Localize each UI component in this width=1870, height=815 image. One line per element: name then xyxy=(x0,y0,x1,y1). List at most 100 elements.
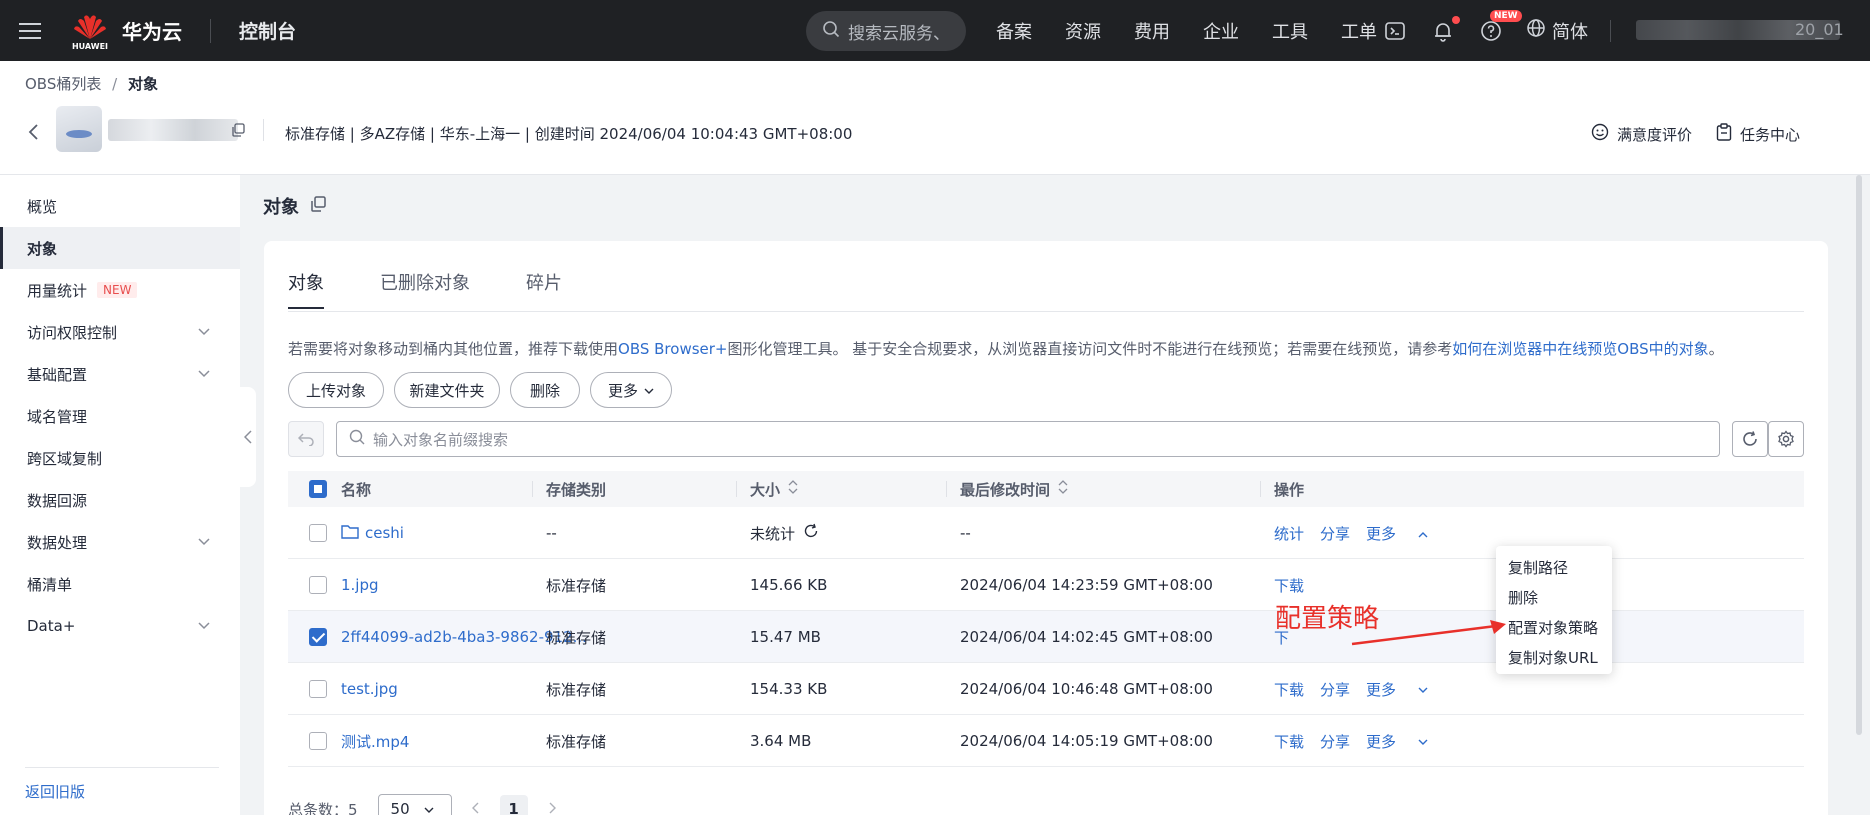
download-link[interactable]: 下载 xyxy=(1274,575,1304,596)
col-last-modified[interactable]: 最后修改时间 xyxy=(960,471,1068,507)
sidebar-item-overview[interactable]: 概览 xyxy=(0,185,240,227)
language-switch[interactable]: 简体 xyxy=(1526,18,1588,44)
object-name[interactable]: 测试.mp4 xyxy=(341,715,409,767)
share-link[interactable]: 分享 xyxy=(1320,679,1350,700)
menu-item-copy-path[interactable]: 复制路径 xyxy=(1496,552,1612,582)
total-count: 总条数：5 xyxy=(288,800,358,815)
task-center-label: 任务中心 xyxy=(1739,125,1800,144)
back-folder-icon[interactable] xyxy=(288,421,324,457)
delete-button[interactable]: 删除 xyxy=(510,372,580,408)
more-button[interactable]: 更多 xyxy=(590,372,672,408)
col-size-label: 大小 xyxy=(750,480,781,499)
row-checkbox[interactable] xyxy=(309,611,327,663)
search-icon xyxy=(822,20,840,43)
notification-bell-icon[interactable] xyxy=(1430,15,1460,44)
copy-icon[interactable] xyxy=(309,195,327,218)
nav-link-enterprise[interactable]: 企业 xyxy=(1203,18,1239,44)
prev-page-icon[interactable] xyxy=(471,800,480,815)
tab-deleted-objects[interactable]: 已删除对象 xyxy=(380,269,470,309)
user-account-suffix: 20_01 xyxy=(1795,20,1844,39)
vertical-scrollbar[interactable] xyxy=(1856,175,1862,735)
back-arrow-icon[interactable] xyxy=(28,123,40,146)
refresh-icon[interactable] xyxy=(1732,421,1768,457)
object-size: 15.47 MB xyxy=(750,628,821,646)
menu-item-copy-url[interactable]: 复制对象URL xyxy=(1496,642,1612,672)
new-folder-button[interactable]: 新建文件夹 xyxy=(394,372,500,408)
select-all-checkbox[interactable] xyxy=(309,471,327,507)
refresh-icon[interactable] xyxy=(803,523,819,543)
sidebar-item-cross-region[interactable]: 跨区域复制 xyxy=(0,437,240,479)
next-page-icon[interactable] xyxy=(548,800,556,815)
row-checkbox[interactable] xyxy=(309,715,327,767)
chevron-down-icon xyxy=(424,800,434,815)
more-link[interactable]: 更多 xyxy=(1366,731,1444,752)
object-name-link[interactable]: ceshi xyxy=(365,524,404,542)
download-link[interactable]: 下载 xyxy=(1274,679,1304,700)
nav-link-resources[interactable]: 资源 xyxy=(1065,18,1101,44)
select-all-check xyxy=(309,480,327,498)
console-link[interactable]: 控制台 xyxy=(239,17,296,44)
sidebar-item-back-to-source[interactable]: 数据回源 xyxy=(0,479,240,521)
share-link[interactable]: 分享 xyxy=(1320,523,1350,544)
task-center-button[interactable]: 任务中心 xyxy=(1716,123,1800,145)
cloud-shell-icon[interactable] xyxy=(1382,18,1408,44)
object-name[interactable]: ceshi xyxy=(341,507,404,559)
share-link[interactable]: 分享 xyxy=(1320,731,1350,752)
tab-fragments[interactable]: 碎片 xyxy=(526,269,562,309)
global-search-input[interactable]: 搜索云服务、 xyxy=(806,11,966,51)
object-search-input[interactable]: 输入对象名前缀搜索 xyxy=(336,421,1720,457)
nav-link-tools[interactable]: 工具 xyxy=(1272,18,1308,44)
object-size: 145.66 KB xyxy=(750,576,828,594)
more-button-label: 更多 xyxy=(607,381,638,400)
help-icon[interactable]: NEW xyxy=(1478,9,1522,44)
hamburger-menu-icon[interactable] xyxy=(0,0,60,61)
obs-browser-link[interactable]: OBS Browser+ xyxy=(618,340,727,358)
page-size-select[interactable]: 50 xyxy=(377,794,452,815)
object-name[interactable]: test.jpg xyxy=(341,663,398,715)
menu-item-configure-policy[interactable]: 配置对象策略 xyxy=(1496,612,1612,642)
row-checkbox[interactable] xyxy=(309,507,327,559)
menu-item-delete[interactable]: 删除 xyxy=(1496,582,1612,612)
settings-gear-icon[interactable] xyxy=(1768,421,1804,457)
sidebar-item-objects[interactable]: 对象 xyxy=(0,227,240,269)
sidebar-item-access-control[interactable]: 访问权限控制 xyxy=(0,311,240,353)
huawei-cloud-logo[interactable]: HUAWEI 华为云 xyxy=(70,11,182,51)
nav-divider-user xyxy=(1610,20,1611,42)
sidebar-item-data-processing[interactable]: 数据处理 xyxy=(0,521,240,563)
object-name[interactable]: 1.jpg xyxy=(341,559,379,611)
more-link[interactable]: 更多 xyxy=(1366,679,1444,700)
return-old-version-link[interactable]: 返回旧版 xyxy=(25,781,85,802)
row-checkbox[interactable] xyxy=(309,559,327,611)
sidebar-item-domain[interactable]: 域名管理 xyxy=(0,395,240,437)
upload-object-button[interactable]: 上传对象 xyxy=(288,372,384,408)
sidebar-item-label: 数据回源 xyxy=(27,491,88,510)
download-link[interactable]: 下载 xyxy=(1274,731,1304,752)
breadcrumb-bucket-list[interactable]: OBS桶列表 xyxy=(25,75,101,93)
object-name-link[interactable]: 测试.mp4 xyxy=(341,731,409,752)
sort-icon xyxy=(788,480,798,498)
collapse-sidebar-icon[interactable] xyxy=(240,387,256,487)
current-page[interactable]: 1 xyxy=(499,795,528,815)
sidebar-item-basic-config[interactable]: 基础配置 xyxy=(0,353,240,395)
col-storage-class: 存储类别 xyxy=(546,480,607,499)
chevron-down-icon xyxy=(198,619,210,633)
sidebar-item-inventory[interactable]: 桶清单 xyxy=(0,563,240,605)
sidebar-item-usage-stats[interactable]: 用量统计 NEW xyxy=(0,269,240,311)
nav-link-tickets[interactable]: 工单 xyxy=(1341,18,1377,44)
col-size[interactable]: 大小 xyxy=(750,471,798,507)
objects-card: 对象 已删除对象 碎片 若需要将对象移动到桶内其他位置，推荐下载使用OBS Br… xyxy=(264,241,1828,815)
object-name-link[interactable]: 1.jpg xyxy=(341,576,379,594)
more-link[interactable]: 更多 xyxy=(1366,523,1444,544)
copy-icon[interactable] xyxy=(231,123,245,141)
nav-link-billing[interactable]: 费用 xyxy=(1134,18,1170,44)
satisfaction-rating-button[interactable]: 满意度评价 xyxy=(1591,123,1692,145)
nav-link-beian[interactable]: 备案 xyxy=(996,18,1032,44)
stats-link[interactable]: 统计 xyxy=(1274,523,1304,544)
sidebar-item-data-plus[interactable]: Data+ xyxy=(0,605,240,647)
preview-help-link[interactable]: 如何在浏览器中在线预览OBS中的对象 xyxy=(1452,340,1708,358)
object-name-link[interactable]: test.jpg xyxy=(341,680,398,698)
tab-objects[interactable]: 对象 xyxy=(288,269,324,309)
row-checkbox[interactable] xyxy=(309,663,327,715)
language-label: 简体 xyxy=(1552,21,1588,43)
sidebar-item-label: 用量统计 xyxy=(27,281,88,300)
